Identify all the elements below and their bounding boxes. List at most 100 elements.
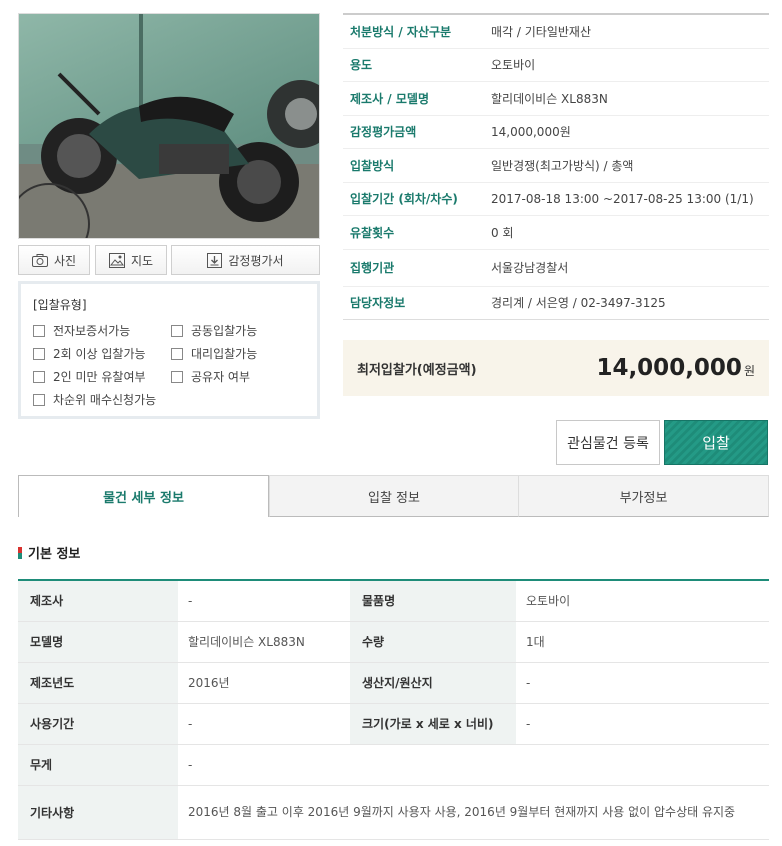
table-row: 기타사항 2016년 8월 출고 이후 2016년 9월까지 사용자 사용, 2… — [18, 785, 769, 840]
image-map-icon — [108, 252, 125, 268]
info-value: 매각 / 기타일반재산 — [491, 24, 591, 39]
detail-label: 수량 — [350, 621, 516, 663]
info-label: 집행기관 — [350, 261, 395, 275]
info-label: 담당자정보 — [350, 296, 406, 311]
table-row: 모델명 할리데이비슨 XL883N 수량 1대 — [18, 621, 769, 663]
bid-button[interactable]: 입찰 — [664, 420, 768, 465]
detail-label: 기타사항 — [18, 785, 178, 840]
detail-value: 2016년 8월 출고 이후 2016년 9월까지 사용자 사용, 2016년 … — [178, 785, 769, 840]
item-info-table: 처분방식 / 자산구분 매각 / 기타일반재산 용도 오토바이 제조사 / 모델명 할… — [343, 13, 769, 320]
photo-button-label: 사진 — [53, 253, 77, 268]
detail-value: - — [178, 580, 350, 622]
detail-label: 생산지/원산지 — [350, 662, 516, 704]
detail-value: - — [178, 703, 350, 745]
info-value: 할리데이비슨 XL883N — [491, 91, 608, 106]
info-value: 0 회 — [491, 225, 514, 240]
detail-value: 오토바이 — [516, 580, 769, 622]
info-label: 입찰기간 (회차/차수) — [350, 192, 458, 207]
appraisal-report-label: 감정평가서 — [228, 253, 284, 268]
price-amount: 14,000,000 원 — [596, 355, 755, 381]
info-label: 용도 — [350, 58, 373, 73]
detail-label: 물품명 — [350, 580, 516, 622]
table-row: 제조년도 2016년 생산지/원산지 - — [18, 662, 769, 704]
info-row: 입찰기간 (회차/차수) 2017-08-18 13:00 ~2017-08-25… — [343, 183, 769, 216]
bid-type-title: [입찰유형] — [33, 298, 87, 312]
info-label: 유찰횟수 — [350, 225, 395, 240]
detail-value: 2016년 — [178, 662, 350, 704]
info-row: 제조사 / 모델명 할리데이비슨 XL883N — [343, 82, 769, 116]
bid-type-box: [입찰유형] 전자보증서가능 공동입찰가능 2회 이상 입찰가능 대리입찰가능 … — [18, 281, 320, 419]
detail-value: - — [178, 744, 769, 786]
info-row: 입찰방식 일반경쟁(최고가방식) / 총액 — [343, 149, 769, 183]
detail-label: 크기(가로 x 세로 x 너비) — [350, 703, 516, 745]
download-icon — [207, 252, 223, 268]
detail-label: 무게 — [18, 744, 178, 786]
checkbox-label: 차순위 매수신청가능 — [53, 393, 157, 407]
info-row: 감정평가금액 14,000,000원 — [343, 116, 769, 149]
photo-button-bar: 사진 지도 감정평가서 — [18, 245, 320, 275]
detail-value: 할리데이비슨 XL883N — [178, 621, 350, 663]
table-row: 무게 - — [18, 744, 769, 786]
checkbox-box[interactable] — [33, 347, 45, 360]
detail-label: 제조사 — [18, 580, 178, 622]
checkbox-box[interactable] — [171, 370, 183, 383]
checkbox-box[interactable] — [171, 324, 183, 337]
tab-additional-info[interactable]: 부가정보 — [519, 475, 769, 517]
info-value: 서울강남경찰서 — [491, 261, 569, 275]
checkbox-label: 대리입찰가능 — [191, 347, 258, 361]
info-value: 2017-08-18 13:00 ~2017-08-25 13:00 (1/1) — [491, 191, 754, 206]
checkbox-box[interactable] — [33, 370, 45, 383]
checkbox-multiple-bids[interactable]: 2회 이상 입찰가능 — [33, 345, 171, 362]
add-favorite-button[interactable]: 관심물건 등록 — [556, 420, 660, 465]
checkbox-label: 2회 이상 입찰가능 — [53, 347, 146, 361]
item-photo[interactable] — [18, 13, 320, 239]
section-title: 기본 정보 — [18, 543, 80, 562]
detail-label: 모델명 — [18, 621, 178, 663]
info-row: 유찰횟수 0 회 — [343, 216, 769, 250]
bid-type-options: 전자보증서가능 공동입찰가능 2회 이상 입찰가능 대리입찰가능 2인 미만 유… — [33, 322, 305, 408]
checkbox-second-bidder[interactable]: 차순위 매수신청가능 — [33, 391, 311, 408]
detail-tabs: 물건 세부 정보 입찰 정보 부가정보 — [18, 475, 769, 517]
checkbox-proxy-bid[interactable]: 대리입찰가능 — [171, 345, 311, 362]
info-label: 제조사 / 모델명 — [350, 91, 429, 106]
tab-item-details[interactable]: 물건 세부 정보 — [18, 475, 269, 517]
section-marker-icon — [18, 546, 22, 559]
price-label: 최저입찰가(예정금액) — [357, 362, 477, 378]
checkbox-box[interactable] — [33, 324, 45, 337]
checkbox-label: 2인 미만 유찰여부 — [53, 370, 146, 384]
detail-value: - — [516, 703, 769, 745]
detail-value: - — [516, 662, 769, 704]
checkbox-joint-bid[interactable]: 공동입찰가능 — [171, 322, 311, 339]
table-row: 사용기간 - 크기(가로 x 세로 x 너비) - — [18, 703, 769, 745]
tab-bid-info[interactable]: 입찰 정보 — [269, 475, 519, 517]
info-row: 처분방식 / 자산구분 매각 / 기타일반재산 — [343, 15, 769, 49]
minimum-bid-price: 최저입찰가(예정금액) 14,000,000 원 — [343, 340, 769, 396]
info-value: 14,000,000원 — [491, 125, 571, 140]
checkbox-label: 공유자 여부 — [191, 370, 251, 384]
checkbox-label: 공동입찰가능 — [191, 324, 258, 338]
table-row: 제조사 - 물품명 오토바이 — [18, 580, 769, 622]
checkbox-under-two-bidders[interactable]: 2인 미만 유찰여부 — [33, 368, 171, 385]
section-title-text: 기본 정보 — [28, 547, 81, 562]
checkbox-electronic-guarantee[interactable]: 전자보증서가능 — [33, 322, 171, 339]
info-value: 일반경쟁(최고가방식) / 총액 — [491, 158, 634, 173]
checkbox-label: 전자보증서가능 — [53, 324, 131, 338]
appraisal-report-button[interactable]: 감정평가서 — [171, 245, 320, 275]
camera-icon — [31, 253, 48, 267]
info-row: 담당자정보 경리계 / 서은영 / 02-3497-3125 — [343, 287, 769, 320]
checkbox-box[interactable] — [33, 393, 45, 406]
checkbox-co-owner[interactable]: 공유자 여부 — [171, 368, 311, 385]
map-button[interactable]: 지도 — [95, 245, 167, 275]
photo-button[interactable]: 사진 — [18, 245, 90, 275]
detail-label: 제조년도 — [18, 662, 178, 704]
price-number: 14,000,000 — [596, 355, 742, 381]
price-unit: 원 — [743, 364, 755, 378]
info-label: 처분방식 / 자산구분 — [350, 24, 452, 39]
checkbox-box[interactable] — [171, 347, 183, 360]
info-value: 경리계 / 서은영 / 02-3497-3125 — [491, 296, 666, 311]
info-value: 오토바이 — [491, 58, 536, 73]
detail-value: 1대 — [516, 621, 769, 663]
map-button-label: 지도 — [130, 253, 154, 268]
info-row: 집행기관 서울강남경찰서 — [343, 250, 769, 287]
basic-info-table: 제조사 - 물품명 오토바이 모델명 할리데이비슨 XL883N 수량 1대 제… — [18, 579, 769, 840]
